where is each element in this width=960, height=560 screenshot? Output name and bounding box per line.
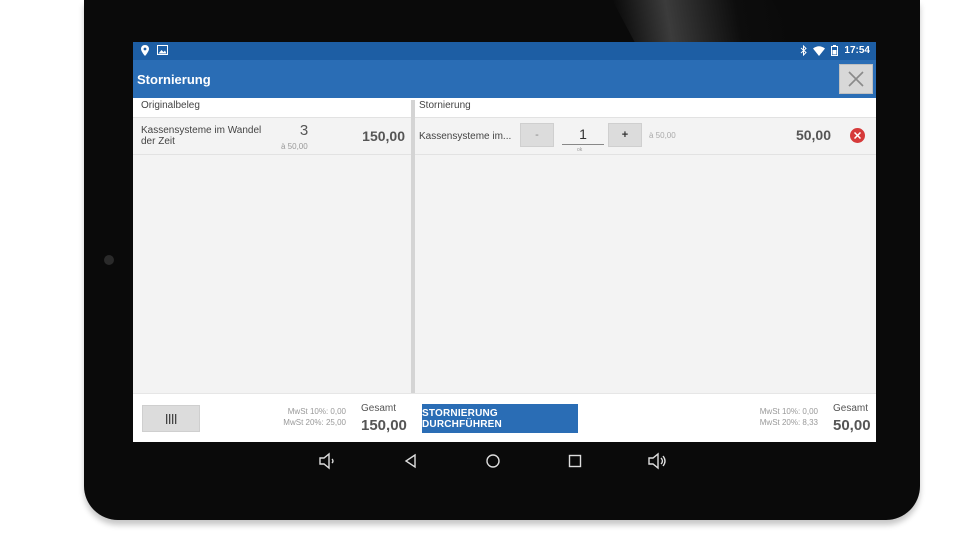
remove-item-button[interactable] bbox=[850, 128, 865, 143]
right-vat-summary: MwSt 10%: 0,00 MwSt 20%: 8,33 bbox=[760, 406, 818, 428]
item-unit-price: à 50,00 bbox=[281, 142, 308, 151]
item-name: Kassensysteme im Wandel der Zeit bbox=[141, 125, 262, 147]
vat-10: MwSt 10%: 0,00 bbox=[759, 407, 818, 416]
vat-10: MwSt 10%: 0,00 bbox=[287, 407, 346, 416]
footer-bar: MwSt 10%: 0,00 MwSt 20%: 25,00 Gesamt 15… bbox=[133, 393, 876, 442]
app-bar: Stornierung bbox=[133, 60, 876, 98]
item-quantity: 3 bbox=[299, 122, 309, 139]
item-unit-price: à 50,00 bbox=[649, 131, 676, 140]
cancellation-header: Stornierung bbox=[419, 100, 471, 111]
barcode-icon bbox=[166, 413, 177, 424]
item-name: Kassensysteme im... bbox=[419, 131, 512, 142]
execute-cancellation-button[interactable]: STORNIERUNG DURCHFÜHREN bbox=[422, 404, 578, 433]
screen-glare bbox=[612, 0, 796, 44]
back-icon[interactable] bbox=[401, 451, 421, 471]
original-receipt-list: Kassensysteme im Wandel der Zeit 3 à 50,… bbox=[133, 118, 411, 393]
battery-icon bbox=[831, 45, 839, 56]
image-icon bbox=[157, 45, 168, 55]
bluetooth-icon bbox=[801, 45, 808, 56]
barcode-scan-button[interactable] bbox=[142, 405, 200, 432]
quantity-input[interactable]: 1 bbox=[562, 126, 604, 145]
volume-down-icon[interactable] bbox=[318, 451, 338, 471]
decrease-quantity-button[interactable]: - bbox=[520, 123, 554, 147]
close-button[interactable] bbox=[839, 64, 873, 94]
close-icon bbox=[854, 132, 861, 139]
camera bbox=[104, 255, 114, 265]
status-bar: 17:54 bbox=[133, 42, 876, 60]
screen: 17:54 Stornierung Originalbeleg Stornier… bbox=[133, 42, 876, 442]
vat-20: MwSt 20%: 8,33 bbox=[759, 418, 818, 427]
left-vat-summary: MwSt 10%: 0,00 MwSt 20%: 25,00 bbox=[283, 406, 346, 428]
recent-apps-icon[interactable] bbox=[565, 451, 585, 471]
increase-quantity-button[interactable]: + bbox=[608, 123, 642, 147]
close-icon bbox=[848, 71, 864, 87]
right-total-value: 50,00 bbox=[833, 417, 871, 434]
list-item: Kassensysteme im... - 1 ok + à 50,00 50,… bbox=[415, 118, 876, 155]
android-nav-bar bbox=[133, 442, 876, 480]
item-total: 150,00 bbox=[362, 128, 405, 144]
left-total-value: 150,00 bbox=[361, 417, 407, 434]
right-total-label: Gesamt bbox=[833, 403, 869, 414]
item-total: 50,00 bbox=[795, 127, 831, 143]
list-item[interactable]: Kassensysteme im Wandel der Zeit 3 à 50,… bbox=[133, 118, 411, 155]
wifi-icon bbox=[813, 45, 826, 56]
vat-20: MwSt 20%: 25,00 bbox=[283, 418, 346, 427]
original-receipt-header: Originalbeleg bbox=[141, 100, 200, 111]
volume-up-icon[interactable] bbox=[647, 451, 667, 471]
home-icon[interactable] bbox=[483, 451, 503, 471]
page-title: Stornierung bbox=[137, 72, 211, 87]
cancellation-list: Kassensysteme im... - 1 ok + à 50,00 50,… bbox=[415, 118, 876, 393]
location-pin-icon bbox=[141, 45, 149, 56]
left-total-label: Gesamt bbox=[361, 403, 397, 414]
status-time: 17:54 bbox=[844, 45, 870, 56]
quantity-hint: ok bbox=[577, 147, 583, 153]
